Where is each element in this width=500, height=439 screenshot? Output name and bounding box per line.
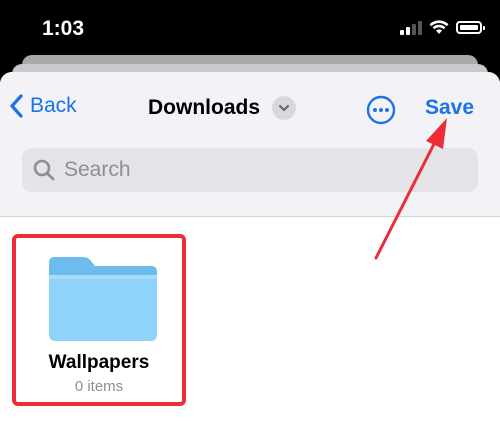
files-sheet: Back Downloads Save Search Wallpapers 0 … <box>0 72 500 439</box>
back-button[interactable]: Back <box>10 94 77 118</box>
navigation-header: Back Downloads Save Search <box>0 72 500 217</box>
status-bar: 1:03 <box>0 0 500 60</box>
title-dropdown[interactable]: Downloads <box>148 96 297 120</box>
status-icons <box>400 20 485 35</box>
search-input[interactable]: Search <box>22 148 478 192</box>
folder-name: Wallpapers <box>48 352 150 373</box>
status-time: 1:03 <box>42 17 85 40</box>
search-placeholder: Search <box>64 158 131 181</box>
wifi-icon <box>429 20 449 34</box>
search-icon <box>32 158 56 182</box>
folder-item-wallpapers[interactable]: Wallpapers 0 items <box>12 234 186 406</box>
page-title: Downloads <box>148 96 261 119</box>
battery-icon <box>456 21 485 34</box>
back-label: Back <box>30 94 77 117</box>
save-button[interactable]: Save <box>425 96 474 120</box>
signal-icon <box>400 20 422 35</box>
chevron-left-icon <box>10 94 23 118</box>
folder-icon <box>49 257 157 341</box>
folder-item-count: 0 items <box>74 378 124 395</box>
chevron-down-icon <box>272 96 297 120</box>
more-icon[interactable] <box>366 95 396 125</box>
